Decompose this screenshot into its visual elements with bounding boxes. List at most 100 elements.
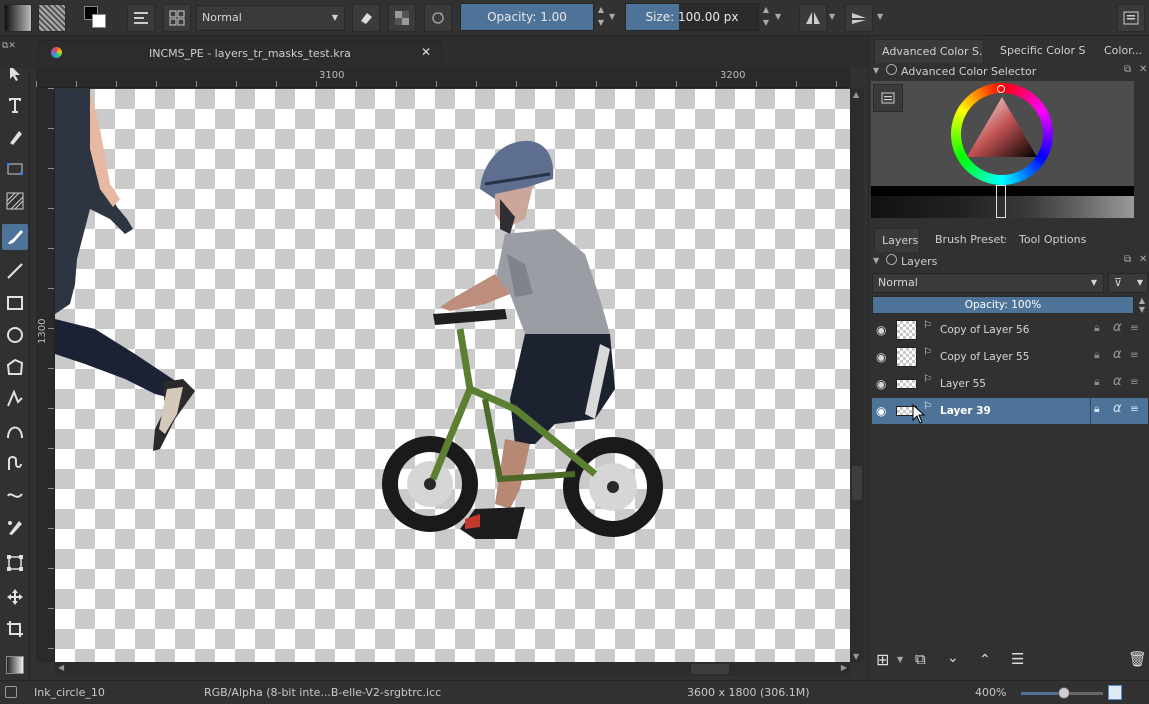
chevron-down-icon[interactable]: ▼ xyxy=(877,12,883,21)
chevron-down-icon[interactable]: ▼ xyxy=(609,12,615,21)
gradient-preset-button[interactable] xyxy=(4,4,32,32)
eye-icon[interactable]: ◉ xyxy=(876,350,886,364)
float-icon[interactable]: ⧉✕ xyxy=(2,41,16,51)
scrollbar-thumb[interactable] xyxy=(852,466,862,500)
reload-preset-icon[interactable] xyxy=(424,4,452,32)
close-icon[interactable]: ✕ xyxy=(1139,254,1147,265)
collapse-icon[interactable]: ▼ xyxy=(873,256,879,265)
scroll-right-icon[interactable]: ▶ xyxy=(841,663,847,672)
eye-icon[interactable]: ◉ xyxy=(876,323,886,337)
alpha-lock-icon[interactable]: α xyxy=(1113,401,1122,416)
pattern-tool-icon[interactable] xyxy=(2,188,28,214)
mirror-horizontal-icon[interactable] xyxy=(799,4,827,32)
layer-folder-icon: ⚐ xyxy=(923,347,932,358)
menu-icon[interactable] xyxy=(1117,4,1145,32)
inherit-alpha-icon[interactable]: ≡ xyxy=(1130,322,1139,334)
hue-marker[interactable] xyxy=(997,85,1005,93)
inherit-alpha-icon[interactable]: ≡ xyxy=(1130,403,1139,415)
layer-opacity-spinner[interactable]: ▲ ▼ xyxy=(1136,296,1148,314)
canvas[interactable] xyxy=(55,89,850,662)
brush-presets-icon[interactable] xyxy=(163,4,191,32)
scroll-down-icon[interactable]: ▼ xyxy=(853,652,859,661)
opacity-slider[interactable]: Opacity: 1.00 xyxy=(460,3,594,31)
saturation-value-triangle[interactable] xyxy=(961,93,1043,175)
collapse-icon[interactable]: ▼ xyxy=(873,66,879,75)
layer-row[interactable]: ◉ ⚐ Layer 55 🔒︎ α ≡ xyxy=(872,371,1148,397)
float-icon[interactable]: ⧉ xyxy=(1124,254,1131,265)
move-tool-icon[interactable] xyxy=(2,584,28,610)
layer-opacity-slider[interactable]: Opacity: 100% xyxy=(872,296,1134,314)
layer-blend-mode-select[interactable]: Normal ▼ xyxy=(872,273,1104,293)
move-layer-up-icon[interactable]: ⌃ xyxy=(979,652,991,668)
inherit-alpha-icon[interactable]: ≡ xyxy=(1130,376,1139,388)
lock-icon[interactable]: 🔒︎ xyxy=(1094,403,1100,416)
calligraphy-tool-icon[interactable] xyxy=(2,124,28,150)
eye-icon[interactable]: ◉ xyxy=(876,404,886,418)
vertical-scrollbar[interactable]: ▲ ▼ xyxy=(850,88,864,663)
scroll-left-icon[interactable]: ◀ xyxy=(58,663,64,672)
edit-shapes-tool-icon[interactable] xyxy=(2,156,28,182)
layer-filter-button[interactable]: ⊽ ▼ xyxy=(1108,273,1148,293)
transform-tool-icon[interactable] xyxy=(2,550,28,576)
scrollbar-thumb[interactable] xyxy=(691,664,729,674)
chevron-down-icon[interactable]: ▼ xyxy=(829,12,835,21)
pattern-preset-button[interactable] xyxy=(38,4,66,32)
eye-icon[interactable]: ◉ xyxy=(876,377,886,391)
color-swatch-icon[interactable] xyxy=(82,4,110,32)
lock-icon[interactable]: 🔒︎ xyxy=(1094,349,1100,362)
eraser-mode-icon[interactable] xyxy=(352,4,380,32)
status-color-space[interactable]: RGB/Alpha (8-bit inte...B-elle-V2-srgbtr… xyxy=(204,686,441,699)
crop-tool-icon[interactable] xyxy=(2,616,28,642)
document-tab[interactable]: INCMS_PE - layers_tr_masks_test.kra ✕ xyxy=(38,40,442,66)
delete-layer-icon[interactable]: 🗑︎ xyxy=(1128,650,1147,668)
opacity-spinner[interactable]: ▲ ▼ xyxy=(595,3,607,31)
add-layer-icon[interactable]: ⊞ xyxy=(876,650,889,669)
ellipse-tool-icon[interactable] xyxy=(2,322,28,348)
canvas-only-icon[interactable] xyxy=(1108,685,1122,700)
hue-ring[interactable] xyxy=(951,83,1053,185)
layer-row[interactable]: ◉ ⚐ Copy of Layer 56 🔒︎ α ≡ xyxy=(872,317,1148,343)
layer-properties-icon[interactable]: ☰ xyxy=(1011,650,1024,668)
float-icon[interactable]: ⧉ xyxy=(1124,64,1131,75)
rectangle-tool-icon[interactable] xyxy=(2,290,28,316)
blend-mode-select[interactable]: Normal ▼ xyxy=(196,5,345,31)
text-tool-icon[interactable] xyxy=(2,92,28,118)
line-tool-icon[interactable] xyxy=(2,258,28,284)
mirror-vertical-icon[interactable] xyxy=(845,4,873,32)
size-spinner[interactable]: ▲ ▼ xyxy=(760,3,772,31)
tab-advanced-color-selector[interactable]: Advanced Color S... xyxy=(874,39,984,63)
color-selector-settings-icon[interactable] xyxy=(873,84,903,112)
tab-brush-presets[interactable]: Brush Presets xyxy=(928,228,1006,252)
chevron-down-icon[interactable]: ▼ xyxy=(775,12,781,21)
lock-icon[interactable]: 🔒︎ xyxy=(1094,322,1100,335)
brush-settings-icon[interactable] xyxy=(127,4,155,32)
size-slider[interactable]: Size: 100.00 px xyxy=(625,3,759,31)
tab-color[interactable]: Color... xyxy=(1097,39,1147,63)
freehand-path-tool-icon[interactable] xyxy=(2,450,28,476)
dynamic-brush-tool-icon[interactable] xyxy=(2,482,28,508)
tab-specific-color-selector[interactable]: Specific Color S... xyxy=(993,39,1085,63)
alpha-lock-icon[interactable]: α xyxy=(1113,347,1122,362)
bezier-tool-icon[interactable] xyxy=(2,418,28,444)
move-layer-down-icon[interactable]: ⌄ xyxy=(947,650,959,666)
close-icon[interactable]: ✕ xyxy=(1139,64,1147,75)
alpha-lock-icon[interactable]: α xyxy=(1113,320,1122,335)
horizontal-scrollbar[interactable]: ◀ ▶ xyxy=(55,662,850,676)
scroll-up-icon[interactable]: ▲ xyxy=(853,90,859,99)
close-tab-icon[interactable]: ✕ xyxy=(421,45,431,59)
layer-row[interactable]: ◉ ⚐ Copy of Layer 55 🔒︎ α ≡ xyxy=(872,344,1148,370)
gradient-tool-icon[interactable] xyxy=(2,652,28,678)
preserve-alpha-icon[interactable] xyxy=(388,4,416,32)
inherit-alpha-icon[interactable]: ≡ xyxy=(1130,349,1139,361)
polyline-tool-icon[interactable] xyxy=(2,386,28,412)
alpha-lock-icon[interactable]: α xyxy=(1113,374,1122,389)
freehand-brush-tool-icon[interactable] xyxy=(2,224,28,250)
polygon-tool-icon[interactable] xyxy=(2,354,28,380)
duplicate-layer-icon[interactable]: ⧉ xyxy=(915,650,926,668)
lock-icon[interactable]: 🔒︎ xyxy=(1094,376,1100,389)
tab-layers[interactable]: Layers xyxy=(874,228,920,252)
tab-tool-options[interactable]: Tool Options xyxy=(1012,228,1090,252)
multibrush-tool-icon[interactable] xyxy=(2,514,28,540)
zoom-slider-handle[interactable] xyxy=(1058,687,1070,699)
chevron-down-icon[interactable]: ▼ xyxy=(897,655,903,664)
